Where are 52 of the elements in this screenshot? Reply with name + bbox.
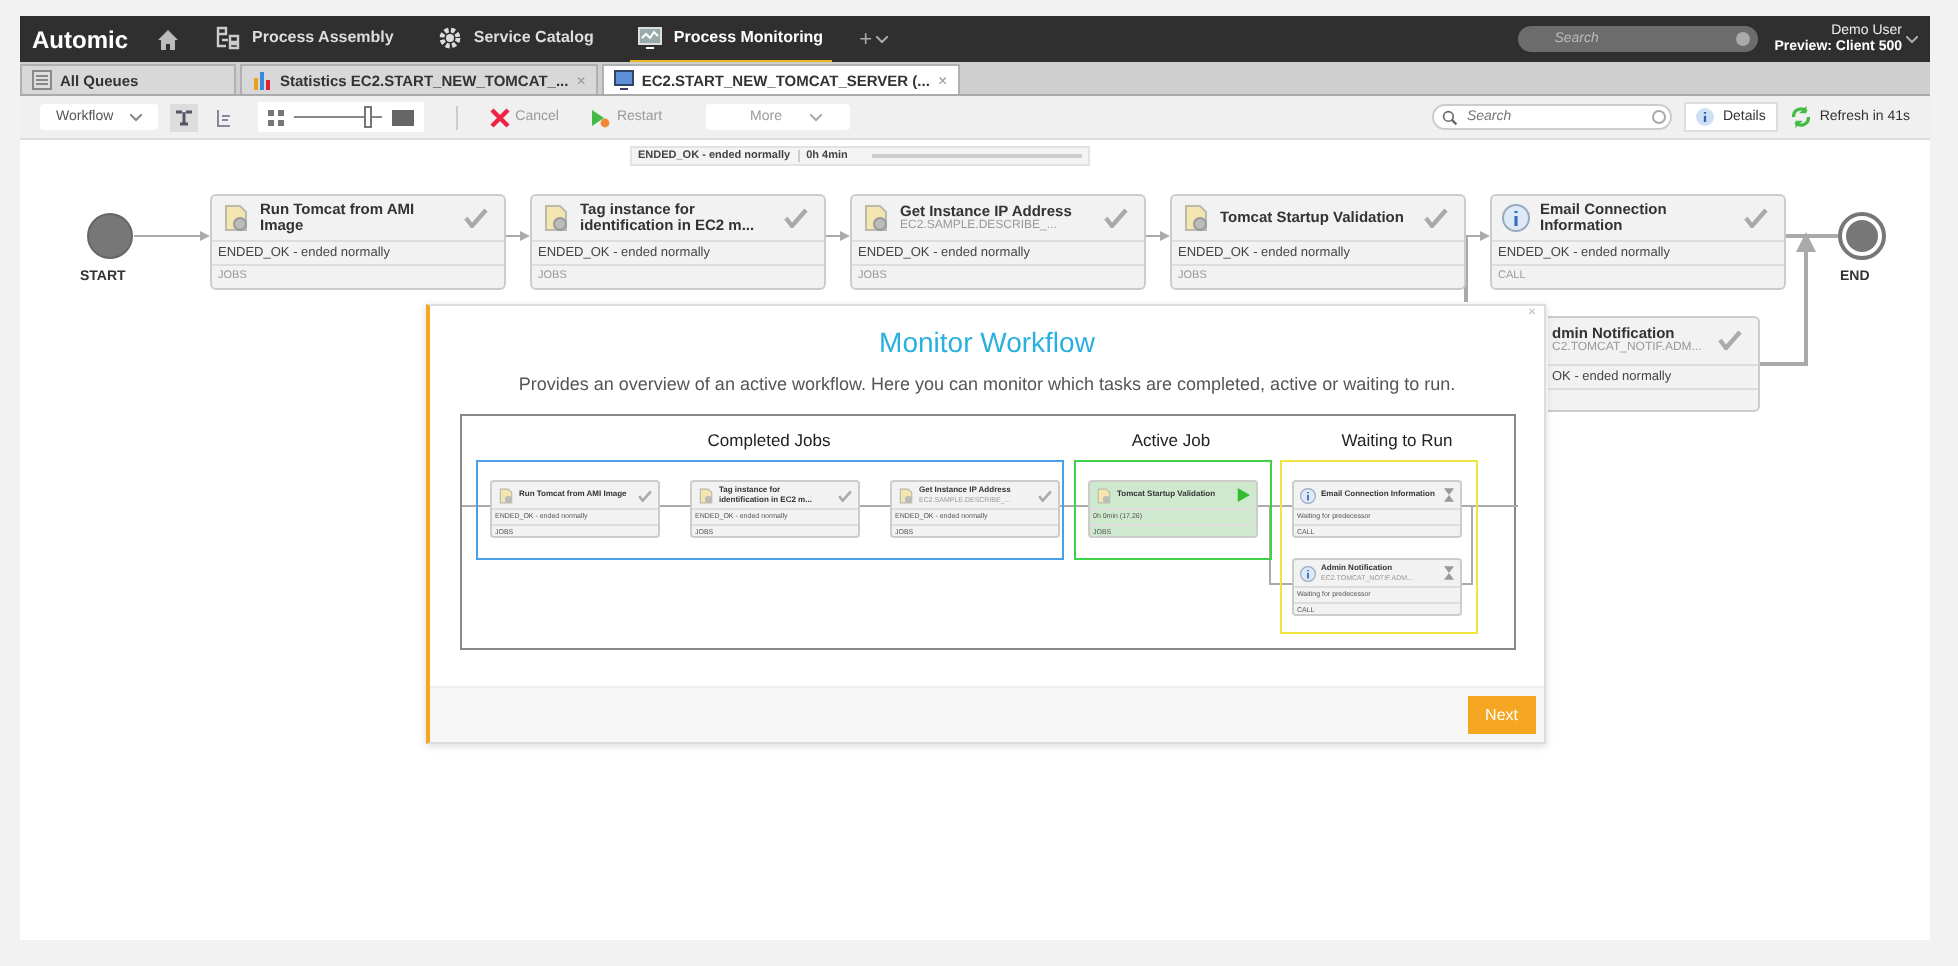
dialog-title: Monitor Workflow <box>879 326 1095 358</box>
info-icon <box>1696 108 1715 126</box>
bar-chart-icon <box>252 70 272 90</box>
document-icon <box>222 204 250 232</box>
end-node <box>1838 212 1886 260</box>
play-icon <box>590 107 611 127</box>
zoom-slider[interactable] <box>293 106 382 128</box>
add-tab-button[interactable]: + <box>859 27 873 51</box>
home-icon[interactable] <box>156 27 180 51</box>
document-icon <box>542 204 570 232</box>
square-icon <box>391 109 414 125</box>
list-icon <box>32 70 52 90</box>
connector-line <box>1145 231 1170 241</box>
gear-icon <box>437 25 462 49</box>
dialog-description: Provides an overview of an active workflow. Here you can monitor which tasks are completed, active or waiting to run. <box>518 374 1456 394</box>
list-icon <box>213 107 234 127</box>
caret-icon <box>129 113 142 121</box>
start-node <box>87 213 133 259</box>
search-icon <box>1442 109 1459 125</box>
connector-line <box>505 231 530 241</box>
document-icon <box>897 487 913 503</box>
info-icon <box>1299 565 1315 581</box>
group-heading: Active Job <box>1131 430 1211 450</box>
refresh-icon <box>1789 106 1812 128</box>
clear-icon[interactable] <box>1652 110 1667 124</box>
document-icon <box>862 204 890 232</box>
flowchart-icon <box>216 25 240 49</box>
connector-line <box>825 231 850 241</box>
document-icon <box>1182 204 1210 232</box>
info-icon <box>1502 204 1530 232</box>
group-heading: Waiting to Run <box>1341 430 1453 450</box>
connector-line <box>133 231 210 241</box>
caret-icon[interactable] <box>876 35 889 43</box>
document-icon <box>1095 487 1111 503</box>
nav-tab[interactable]: Service Catalog <box>429 15 602 63</box>
slider-thumb[interactable] <box>364 106 373 128</box>
tree-view-button[interactable] <box>169 103 198 131</box>
logo: Automic <box>32 25 128 53</box>
tree-icon <box>173 107 194 127</box>
monitor-icon <box>613 70 634 90</box>
document-icon <box>497 487 513 503</box>
play-icon <box>1235 488 1249 502</box>
group-heading: Completed Jobs <box>707 430 831 450</box>
monitor-icon <box>637 25 662 49</box>
nav-tab[interactable]: Process Assembly <box>208 15 402 63</box>
caret-icon[interactable] <box>1906 35 1918 43</box>
connector-line <box>1758 232 1840 366</box>
cross-icon <box>489 107 510 127</box>
grid-icon <box>267 109 284 125</box>
caret-icon <box>809 113 822 121</box>
document-icon <box>697 487 713 503</box>
info-icon <box>1299 487 1315 503</box>
